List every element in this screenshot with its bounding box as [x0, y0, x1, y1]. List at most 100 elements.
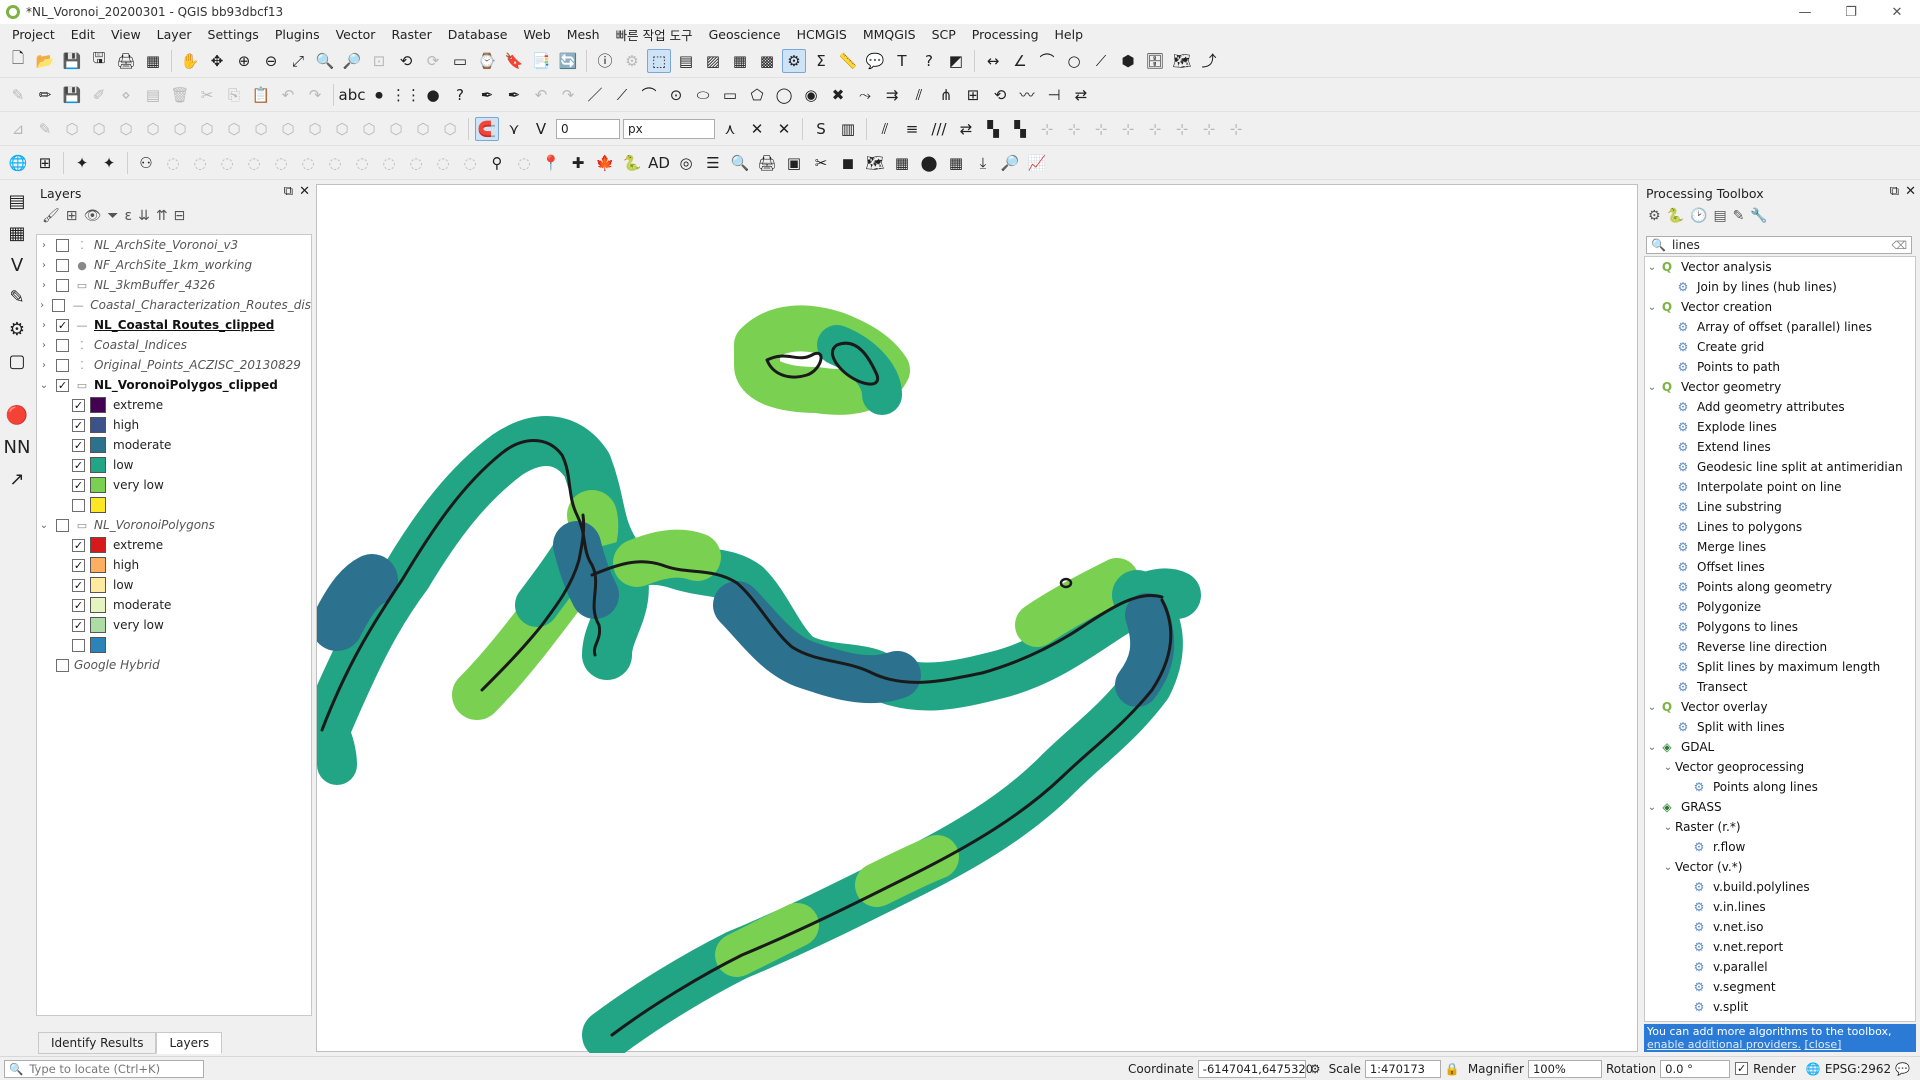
algorithm-item[interactable]: ⚙ Split with lines: [1645, 717, 1915, 737]
show-bookmarks-icon[interactable]: 📑: [529, 49, 553, 73]
vertex-tool-icon[interactable]: ⋄: [114, 83, 138, 107]
record-icon[interactable]: ⏺: [367, 83, 391, 107]
extents-toggle-icon[interactable]: ⚙: [1310, 1062, 1321, 1076]
rotate-icon[interactable]: ⟲: [988, 83, 1012, 107]
enable-providers-link[interactable]: enable additional providers.: [1647, 1038, 1801, 1051]
temporal-icon[interactable]: ⌚: [475, 49, 499, 73]
expand-arrow-icon[interactable]: ⌄: [1645, 382, 1659, 393]
filter-expression-icon[interactable]: ε: [125, 208, 133, 224]
arrow-plugin-icon[interactable]: ↗: [2, 464, 32, 494]
scissors-plugin-icon[interactable]: ✂: [809, 151, 833, 175]
undo-icon[interactable]: ↶: [276, 83, 300, 107]
data-source-manager-icon[interactable]: 🌐: [6, 151, 30, 175]
hatch-icon[interactable]: ≡: [900, 117, 924, 141]
expand-arrow-icon[interactable]: ⌄: [1645, 262, 1659, 273]
copy-icon[interactable]: ⎘: [222, 83, 246, 107]
float-toolbox-icon[interactable]: ⧉: [1890, 184, 1899, 199]
save-edits-icon[interactable]: 💾: [60, 83, 84, 107]
algorithm-item[interactable]: ⚙ Interpolate point on line: [1645, 477, 1915, 497]
algorithm-item[interactable]: ⚙ v.split: [1645, 997, 1915, 1017]
restore-button[interactable]: ❐: [1828, 0, 1874, 24]
shape-14-icon[interactable]: ⬡: [411, 117, 435, 141]
measure-circle-icon[interactable]: ○: [1062, 49, 1086, 73]
algorithm-item[interactable]: ⚙ v.build.polylines: [1645, 877, 1915, 897]
dim-h-icon[interactable]: ◌: [350, 151, 374, 175]
dim-tool-7-icon[interactable]: ⊹: [1197, 117, 1221, 141]
shape-7-icon[interactable]: ⬡: [222, 117, 246, 141]
qgis-cloud-icon[interactable]: ⬢: [1116, 49, 1140, 73]
locator-search-input[interactable]: 🔍 Type to locate (Ctrl+K): [4, 1059, 204, 1078]
expand-arrow-icon[interactable]: ⌄: [1645, 702, 1659, 713]
group-item[interactable]: ⌄ Raster (r.*): [1645, 817, 1915, 837]
search-green-plugin-icon[interactable]: 🔎: [998, 151, 1022, 175]
shape-digitize-icon[interactable]: ⬡: [60, 117, 84, 141]
snap-units-select[interactable]: px: [623, 118, 715, 139]
share-icon[interactable]: ⤴: [1197, 49, 1221, 73]
shape-15-icon[interactable]: ⬡: [438, 117, 462, 141]
offset-curve-icon[interactable]: ⇉: [880, 83, 904, 107]
delete-ring-icon[interactable]: ✖: [826, 83, 850, 107]
dim-tool-2-icon[interactable]: ⊹: [1062, 117, 1086, 141]
layer-row[interactable]: ⌄ ✓ ▭ NL_VoronoiPolygos_clipped: [37, 375, 311, 395]
current-edits-icon[interactable]: ✎: [6, 83, 30, 107]
legend-item[interactable]: ✓ moderate: [37, 435, 311, 455]
collapse-all-icon[interactable]: ⇈: [156, 208, 168, 224]
menu-item-5[interactable]: Plugins: [267, 27, 328, 42]
menu-item-4[interactable]: Settings: [200, 27, 267, 42]
text-annotation-icon[interactable]: T: [890, 49, 914, 73]
dim-f-icon[interactable]: ◌: [296, 151, 320, 175]
legend-checkbox[interactable]: ✓: [72, 398, 85, 412]
snap-tolerance-input[interactable]: 0: [556, 118, 620, 139]
measure-angle-icon[interactable]: ∠: [1008, 49, 1032, 73]
calc-plugin-icon[interactable]: ▦: [890, 151, 914, 175]
layer-tree[interactable]: › ⁚ NL_ArchSite_Voronoi_v3 › ● NF_ArchSite_1k…: [36, 234, 312, 1016]
shape-6-icon[interactable]: ⬡: [195, 117, 219, 141]
menu-item-1[interactable]: Edit: [63, 27, 103, 42]
messages-icon[interactable]: 💬: [1895, 1062, 1910, 1076]
snap-mode-icon[interactable]: ⋎: [502, 117, 526, 141]
dim-tool-3-icon[interactable]: ⊹: [1089, 117, 1113, 141]
legend-item[interactable]: ✓ extreme: [37, 395, 311, 415]
zoom-in-icon[interactable]: ⊕: [232, 49, 256, 73]
pin-icon[interactable]: ⚲: [485, 151, 509, 175]
select-features-icon[interactable]: ⬚: [647, 48, 671, 73]
legend-item[interactable]: ✓ low: [37, 575, 311, 595]
legend-checkbox[interactable]: [72, 638, 85, 652]
history-icon[interactable]: 🕑: [1690, 208, 1707, 224]
deselect-icon[interactable]: ▨: [701, 49, 725, 73]
checker-icon[interactable]: ▚: [981, 117, 1005, 141]
menu-item-11[interactable]: 빠른 작업 도구: [608, 25, 701, 44]
expand-arrow-icon[interactable]: ⌄: [1661, 762, 1675, 773]
expand-arrow-icon[interactable]: ⌄: [1645, 302, 1659, 313]
close-info-link[interactable]: [close]: [1804, 1038, 1841, 1051]
trim-extend-icon[interactable]: ⊣: [1042, 83, 1066, 107]
add-line-icon[interactable]: ／: [583, 83, 607, 107]
expand-arrow-icon[interactable]: ⌄: [1661, 862, 1675, 873]
pan-to-selection-icon[interactable]: ✥: [205, 49, 229, 73]
processing-search-input[interactable]: 🔍 lines ⌫: [1646, 236, 1912, 254]
algorithm-item[interactable]: ⚙ Create grid: [1645, 337, 1915, 357]
save-as-icon[interactable]: 🖫: [87, 49, 111, 73]
digitize-tool-2-icon[interactable]: ✒: [502, 83, 526, 107]
legend-item[interactable]: ✓ low: [37, 455, 311, 475]
dim-k-icon[interactable]: ◌: [431, 151, 455, 175]
layer-visibility-checkbox[interactable]: [56, 358, 69, 372]
menu-item-16[interactable]: Processing: [964, 27, 1047, 42]
print-layout-icon[interactable]: 🖨: [114, 49, 138, 73]
shape-3-icon[interactable]: ⬡: [114, 117, 138, 141]
identify-icon[interactable]: ⓘ: [593, 49, 617, 73]
globe-plugin-icon[interactable]: ◎: [674, 151, 698, 175]
redo-2-icon[interactable]: ↷: [556, 83, 580, 107]
shape-8-icon[interactable]: ⬡: [249, 117, 273, 141]
layer-visibility-checkbox[interactable]: [56, 238, 69, 252]
db-manager-icon[interactable]: 🗄: [1143, 49, 1167, 73]
undo-2-icon[interactable]: ↶: [529, 83, 553, 107]
zoom-native-icon[interactable]: ⊡: [367, 49, 391, 73]
dim-tool-6-icon[interactable]: ⊹: [1170, 117, 1194, 141]
add-wfs-icon[interactable]: ▢: [2, 346, 32, 376]
label-icon[interactable]: abc: [339, 83, 366, 107]
algorithm-item[interactable]: ⚙ Geodesic line split at antimeridian: [1645, 457, 1915, 477]
add-group-icon[interactable]: ⊞: [66, 208, 78, 224]
legend-item[interactable]: [37, 495, 311, 515]
algorithm-item[interactable]: ⚙ Add geometry attributes: [1645, 397, 1915, 417]
